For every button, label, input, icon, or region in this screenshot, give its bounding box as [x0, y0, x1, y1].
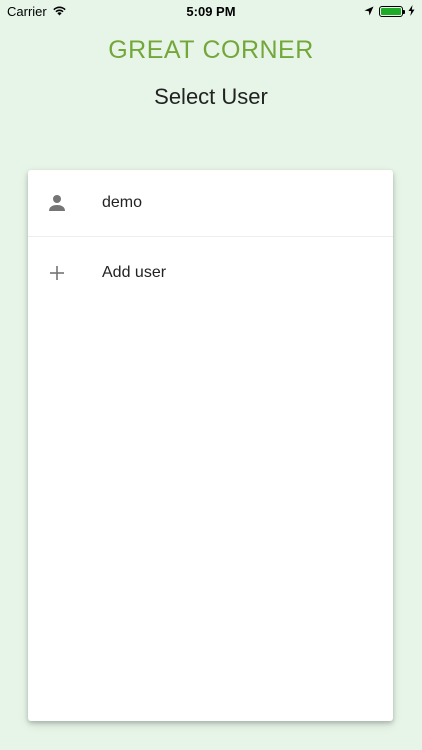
logo-word-great: GREAT	[108, 36, 195, 64]
list-item-user-demo[interactable]: demo	[28, 170, 393, 236]
battery-level	[381, 7, 401, 15]
charging-icon	[408, 4, 415, 19]
logo-word-corner: CORNER	[202, 36, 314, 64]
person-icon	[28, 194, 86, 212]
page-title: Select User	[154, 84, 268, 109]
list-item-label: Add user	[102, 264, 167, 281]
list-item-label: demo	[102, 194, 143, 211]
app-logo: GREAT CORNER	[0, 36, 422, 65]
plus-icon	[28, 265, 86, 281]
user-list-card: demo Add user	[28, 170, 393, 721]
list-divider	[28, 236, 393, 237]
location-arrow-icon	[364, 4, 374, 19]
carrier-label: Carrier	[7, 3, 47, 19]
status-left: Carrier	[7, 4, 67, 19]
battery-icon	[379, 5, 405, 17]
wifi-icon	[52, 4, 67, 19]
status-right	[364, 4, 415, 19]
status-bar: Carrier 5:09 PM	[0, 0, 422, 22]
add-user-button[interactable]: Add user	[28, 240, 393, 306]
